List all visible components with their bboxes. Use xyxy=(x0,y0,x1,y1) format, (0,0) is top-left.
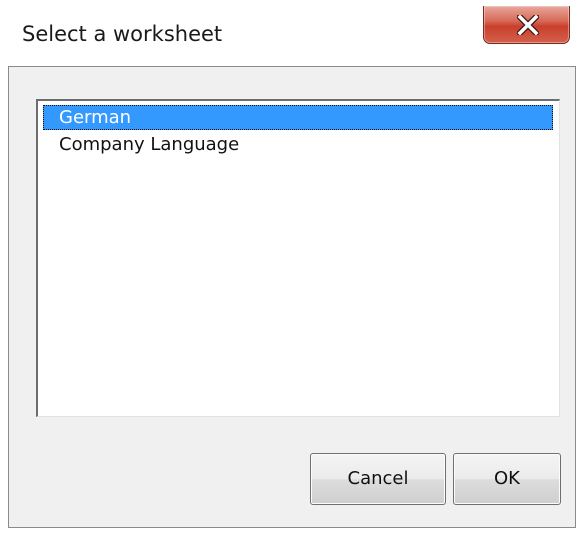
worksheet-listbox[interactable]: German Company Language xyxy=(36,99,560,417)
list-item-company-language[interactable]: Company Language xyxy=(43,132,553,157)
close-button[interactable] xyxy=(483,6,570,44)
window-title: Select a worksheet xyxy=(22,22,223,46)
close-icon xyxy=(517,15,539,35)
cancel-button[interactable]: Cancel xyxy=(310,453,446,505)
title-bar[interactable]: Select a worksheet xyxy=(0,0,584,66)
ok-button[interactable]: OK xyxy=(453,453,561,505)
list-item-german[interactable]: German xyxy=(43,105,553,130)
dialog-window: Select a worksheet German Company Langua… xyxy=(0,0,584,534)
